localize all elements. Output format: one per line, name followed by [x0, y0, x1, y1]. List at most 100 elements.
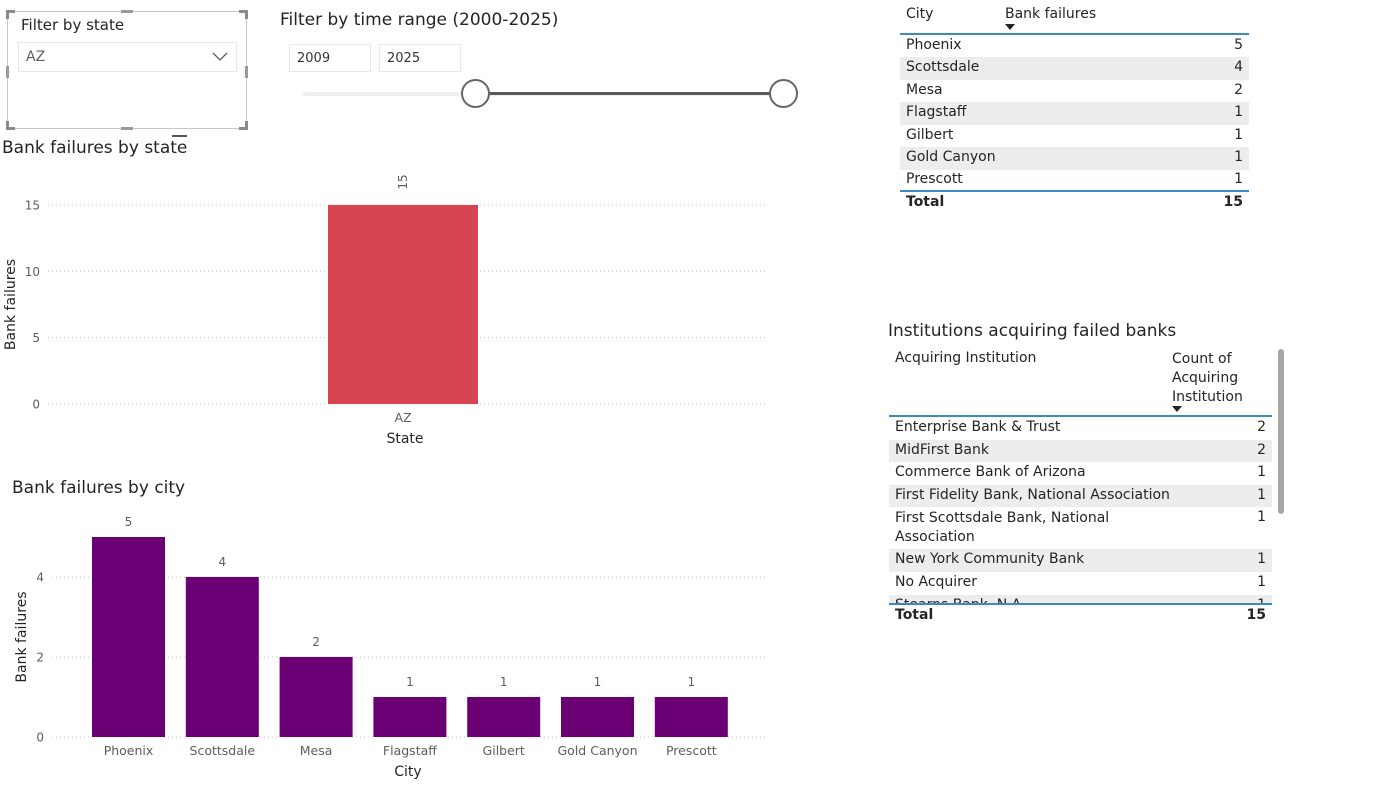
resize-handle-top-left[interactable] — [6, 10, 15, 19]
data-label: 2 — [312, 635, 320, 649]
total-value: 15 — [1246, 607, 1266, 623]
resize-handle-right[interactable] — [245, 66, 248, 78]
table-row[interactable]: First Fidelity Bank, National Associatio… — [889, 484, 1272, 508]
institution-cell: No Acquirer — [895, 574, 977, 590]
count-cell: 4 — [1234, 59, 1243, 76]
institution-line: Association — [895, 529, 975, 546]
table-row[interactable]: MidFirst Bank 2 — [889, 439, 1272, 463]
data-label: 4 — [218, 555, 226, 569]
data-label: 1 — [687, 675, 695, 689]
city-cell: Prescott — [906, 171, 963, 188]
state-dropdown-value: AZ — [26, 49, 46, 65]
x-tick-label: Gilbert — [483, 743, 525, 758]
x-axis-title: State — [386, 431, 423, 447]
state-dropdown[interactable]: AZ — [18, 42, 237, 72]
institution-cell: Enterprise Bank & Trust — [895, 419, 1061, 435]
table-row[interactable]: Prescott 1 — [900, 169, 1249, 192]
acquirer-rows-viewport: Enterprise Bank & Trust 2 MidFirst Bank 2 Co… — [889, 417, 1272, 604]
count-cell: 1 — [1257, 464, 1266, 481]
acquirer-table: Acquiring Institution Count of Acquiring… — [889, 346, 1284, 631]
drag-grip[interactable] — [172, 135, 187, 137]
city-bar — [92, 537, 165, 737]
total-value: 15 — [1223, 194, 1243, 210]
table-row[interactable]: Phoenix 5 — [900, 35, 1249, 58]
count-cell: 1 — [1257, 551, 1266, 568]
slider-end-handle[interactable] — [768, 79, 798, 108]
column-header-count[interactable]: Count of Acquiring Institution — [1172, 350, 1243, 407]
state-chart-title: Bank failures by state — [2, 138, 188, 158]
table-row[interactable]: First Scottsdale Bank, National Associati… — [889, 507, 1272, 549]
count-cell: 1 — [1257, 486, 1266, 503]
chevron-down-icon — [212, 52, 228, 61]
data-label: 5 — [125, 515, 133, 529]
table-row[interactable]: Commerce Bank of Arizona 1 — [889, 462, 1272, 485]
table-row[interactable]: No Acquirer 1 — [889, 572, 1272, 595]
count-cell: 2 — [1234, 81, 1243, 98]
resize-handle-bottom-left[interactable] — [6, 121, 15, 130]
time-slicer-title: Filter by time range (2000-2025) — [280, 10, 559, 30]
table-row[interactable]: Enterprise Bank & Trust 2 — [889, 417, 1272, 440]
data-label: 1 — [406, 675, 414, 689]
table-row[interactable]: New York Community Bank 1 — [889, 549, 1272, 572]
count-cell: 1 — [1234, 126, 1243, 143]
total-row: Total 15 — [900, 192, 1249, 215]
y-tick-label: 5 — [32, 331, 40, 345]
slider-selected-range — [475, 91, 783, 95]
time-range-slider[interactable] — [303, 79, 798, 108]
x-axis-title: City — [394, 764, 421, 780]
city-cell: Flagstaff — [906, 104, 967, 121]
column-header-city[interactable]: City — [906, 6, 933, 22]
institution-line: First Scottsdale Bank, National — [895, 510, 1110, 527]
x-tick-label: Mesa — [300, 743, 333, 758]
table-row[interactable]: Scottsdale 4 — [900, 57, 1249, 80]
city-bar — [373, 697, 447, 737]
state-slicer: Filter by state AZ — [6, 10, 248, 130]
count-cell: 1 — [1234, 104, 1243, 121]
state-bar-chart: 0 5 10 15 15 AZ State Bank failures — [3, 174, 765, 447]
count-cell: 5 — [1234, 37, 1243, 53]
data-label: 1 — [594, 675, 602, 689]
x-tick-label: Flagstaff — [383, 743, 437, 758]
header-line: Count of — [1172, 351, 1232, 367]
count-cell: 1 — [1257, 509, 1266, 526]
data-label: 1 — [500, 675, 508, 689]
city-cell: Gilbert — [906, 126, 954, 143]
resize-handle-left[interactable] — [6, 66, 9, 78]
x-tick-label: AZ — [394, 410, 411, 425]
institution-cell: First Scottsdale Bank, National Associati… — [895, 509, 1109, 547]
x-tick-label: Scottsdale — [190, 743, 256, 758]
table-row[interactable]: Gilbert 1 — [900, 125, 1249, 148]
city-bar-chart: 0 2 4 5 Phoenix 4 Scottsdale 2 Mesa 1 Flagstaff 1 Gi… — [14, 515, 767, 780]
institution-cell: MidFirst Bank — [895, 441, 989, 458]
resize-handle-top-right[interactable] — [239, 10, 248, 19]
table-row[interactable]: Mesa 2 — [900, 80, 1249, 103]
slider-start-handle[interactable] — [461, 79, 491, 108]
city-bar — [185, 577, 259, 737]
column-header-bank-failures[interactable]: Bank failures — [1005, 6, 1096, 22]
institution-cell: First Fidelity Bank, National Associatio… — [895, 486, 1170, 503]
column-header-acquiring-institution[interactable]: Acquiring Institution — [895, 350, 1036, 366]
city-cell: Mesa — [906, 81, 943, 98]
header-line: Acquiring — [1172, 370, 1239, 386]
city-bar — [654, 697, 728, 737]
y-axis-title: Bank failures — [14, 591, 30, 682]
resize-handle-bottom-right[interactable] — [239, 121, 248, 130]
city-table: City Bank failures Phoenix 5 Scottsdale 4 Me… — [900, 0, 1249, 220]
total-row: Total 15 — [889, 605, 1272, 628]
count-cell: 1 — [1234, 171, 1243, 188]
city-bar — [561, 697, 634, 737]
start-year-input[interactable]: 2009 — [289, 44, 371, 72]
table-row[interactable]: Gold Canyon 1 — [900, 147, 1249, 170]
sort-descending-icon — [1172, 406, 1182, 412]
vertical-scrollbar[interactable] — [1278, 349, 1284, 514]
x-tick-label: Phoenix — [104, 743, 154, 758]
resize-handle-top[interactable] — [121, 10, 133, 13]
resize-handle-bottom[interactable] — [121, 127, 133, 130]
table-row[interactable]: Flagstaff 1 — [900, 102, 1249, 125]
count-cell: 2 — [1257, 441, 1266, 458]
x-tick-label: Prescott — [666, 743, 717, 758]
state-bar — [328, 205, 478, 404]
end-year-input[interactable]: 2025 — [379, 44, 461, 72]
city-cell: Phoenix — [906, 37, 962, 53]
y-tick-label: 2 — [36, 651, 44, 665]
